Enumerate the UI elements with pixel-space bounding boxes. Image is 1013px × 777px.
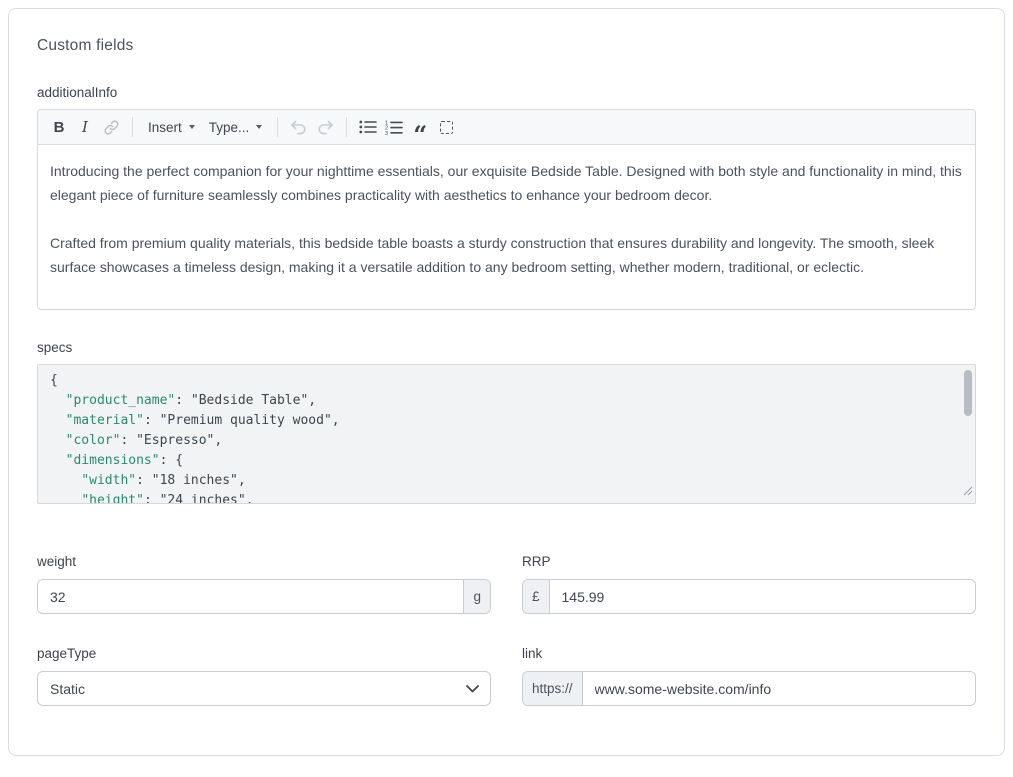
weight-input-group: g <box>37 579 491 614</box>
link-button[interactable] <box>98 114 124 140</box>
chain-link-icon <box>103 119 120 136</box>
bullet-list-button[interactable] <box>355 114 381 140</box>
link-protocol-addon: https:// <box>523 672 583 705</box>
rich-text-content[interactable]: Introducing the perfect companion for yo… <box>38 145 975 309</box>
weight-unit-addon: g <box>463 580 490 613</box>
italic-button[interactable]: I <box>72 114 98 140</box>
chevron-down-icon <box>256 125 262 129</box>
type-dropdown[interactable]: Type... <box>202 114 270 140</box>
ordered-list-button[interactable]: 123 <box>381 114 407 140</box>
undo-button[interactable] <box>286 114 312 140</box>
specs-code: { "product_name": "Bedside Table", "mate… <box>38 365 975 504</box>
link-input-group: https:// <box>522 671 976 706</box>
type-dropdown-label: Type... <box>209 120 250 135</box>
weight-input[interactable] <box>38 580 463 613</box>
custom-fields-card: Custom fields additionalInfo B I Insert … <box>8 8 1005 756</box>
redo-arrow-icon <box>316 120 334 135</box>
scrollbar-thumb[interactable] <box>964 370 972 416</box>
undo-arrow-icon <box>290 120 308 135</box>
embed-button[interactable] <box>433 114 459 140</box>
link-label: link <box>522 646 976 661</box>
resize-handle-icon[interactable] <box>963 483 973 501</box>
ordered-list-icon: 123 <box>385 120 403 135</box>
page-type-select-wrap: Static <box>37 671 491 706</box>
rrp-label: RRP <box>522 554 976 569</box>
bold-button[interactable]: B <box>46 114 72 140</box>
toolbar-divider <box>132 117 133 137</box>
editor-toolbar: B I Insert Type... <box>38 110 975 145</box>
toolbar-divider <box>346 117 347 137</box>
insert-dropdown[interactable]: Insert <box>141 114 202 140</box>
embed-block-icon <box>440 121 453 134</box>
page-type-label: pageType <box>37 646 491 661</box>
redo-button[interactable] <box>312 114 338 140</box>
toolbar-divider <box>277 117 278 137</box>
link-input[interactable] <box>583 672 975 705</box>
specs-label: specs <box>37 340 976 355</box>
page-title: Custom fields <box>37 37 976 55</box>
svg-text:3: 3 <box>385 130 388 134</box>
chevron-down-icon <box>189 125 195 129</box>
rrp-input-group: £ <box>522 579 976 614</box>
blockquote-button[interactable]: “ <box>407 114 433 140</box>
rrp-input[interactable] <box>550 580 975 613</box>
rich-text-editor: B I Insert Type... <box>37 109 976 310</box>
rrp-currency-addon: £ <box>523 580 550 613</box>
specs-code-editor[interactable]: { "product_name": "Bedside Table", "mate… <box>37 364 976 504</box>
bullet-list-icon <box>359 120 377 134</box>
insert-dropdown-label: Insert <box>148 120 182 135</box>
additional-info-label: additionalInfo <box>37 85 976 100</box>
page-type-select[interactable]: Static <box>37 671 491 706</box>
weight-label: weight <box>37 554 491 569</box>
